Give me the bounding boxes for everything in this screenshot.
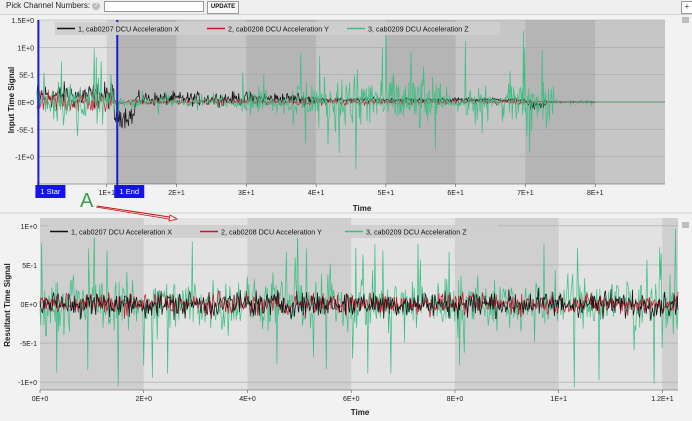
- chart2-legend-label-1: 1, cab0207 DCU Acceleration X: [71, 228, 172, 237]
- chart1-x-tick-label: 8E+1: [587, 190, 604, 197]
- chart2-x-ticks: 0E+0 2E+0 4E+0 6E+0 8E+0 1E+1 1.2E+1: [32, 389, 678, 403]
- chart1-x-tick-label: 6E+1: [447, 190, 464, 197]
- top-panel-menu-icon[interactable]: [682, 17, 689, 23]
- chart1-x-tick-label: 1E+1: [99, 190, 116, 197]
- charts-stage: 1.5E+0 1E+0 5E-1 0E+0 -5E-1 -1E+0 1E+1 2E+1 3E+…: [0, 17, 692, 417]
- chart2-y-tick-label: 0E+0: [20, 302, 37, 309]
- chart2-x-tick-label: 6E+0: [343, 396, 360, 403]
- chart2-x-tick-label: 8E+0: [447, 396, 464, 403]
- chart1-x-axis-label: Time: [353, 204, 372, 213]
- chart1-y-tick-label: 0E+0: [17, 100, 34, 107]
- chart1-x-tick-label: 7E+1: [517, 190, 534, 197]
- chart2-x-tick-label: 4E+0: [239, 396, 256, 403]
- chart2-y-tick-label: -1E+0: [18, 380, 37, 387]
- chart1-y-tick-label: 5E-1: [19, 73, 34, 80]
- chart2-x-tick-label: 2E+0: [135, 396, 152, 403]
- chart1-y-axis-label: Input Time Signal: [7, 67, 16, 134]
- chart1-x-tick-label: 4E+1: [308, 190, 325, 197]
- chart1-x-tick-label: 3E+1: [238, 190, 255, 197]
- chart1-x-tick-label: 2E+1: [168, 190, 185, 197]
- chart1-y-tick-label: 1.5E+0: [12, 18, 34, 25]
- range-marker-label-1: 1 Star: [40, 187, 61, 196]
- chart2-x-tick-label: 1E+1: [550, 396, 567, 403]
- chart1-y-tick-label: -1E+0: [15, 155, 34, 162]
- range-marker-label-2: 1 End: [119, 187, 139, 196]
- chart1-y-tick-label: -5E-1: [17, 127, 34, 134]
- chart2-y-tick-label: -5E-1: [20, 341, 37, 348]
- chart1-legend-label-1: 1, cab0207 DCU Acceleration X: [78, 25, 179, 34]
- chart2-y-ticks: 1E+0 5E-1 0E+0 -5E-1 -1E+0: [18, 224, 37, 387]
- chart2-x-tick-label: 0E+0: [32, 396, 49, 403]
- annotation-letter: A: [80, 190, 94, 212]
- chart1-x-tick-label: 5E+1: [378, 190, 395, 197]
- chart2-legend: 1, cab0207 DCU Acceleration X 2, cab0208 …: [48, 225, 498, 238]
- chart2-legend-label-2: 2, cab0208 DCU Acceleration Y: [221, 228, 322, 237]
- chart2-y-tick-label: 1E+0: [20, 224, 37, 231]
- chart2-y-tick-label: 5E-1: [22, 263, 37, 270]
- bottom-panel-menu-icon[interactable]: [682, 222, 689, 228]
- chart1-legend-label-3: 3, cab0209 DCU Acceleration Z: [368, 25, 469, 34]
- chart1-legend: 1, cab0207 DCU Acceleration X 2, cab0208 …: [55, 22, 500, 35]
- chart2-x-axis-label: Time: [351, 408, 370, 417]
- chart1-y-tick-label: 1E+0: [17, 45, 34, 52]
- chart2-y-axis-label: Resultant Time Signal: [3, 263, 12, 346]
- chart2-legend-label-3: 3, cab0209 DCU Acceleration Z: [366, 228, 467, 237]
- chart1-legend-label-2: 2, cab0208 DCU Acceleration Y: [228, 25, 329, 34]
- chart2-x-tick-label: 1.2E+1: [651, 396, 673, 403]
